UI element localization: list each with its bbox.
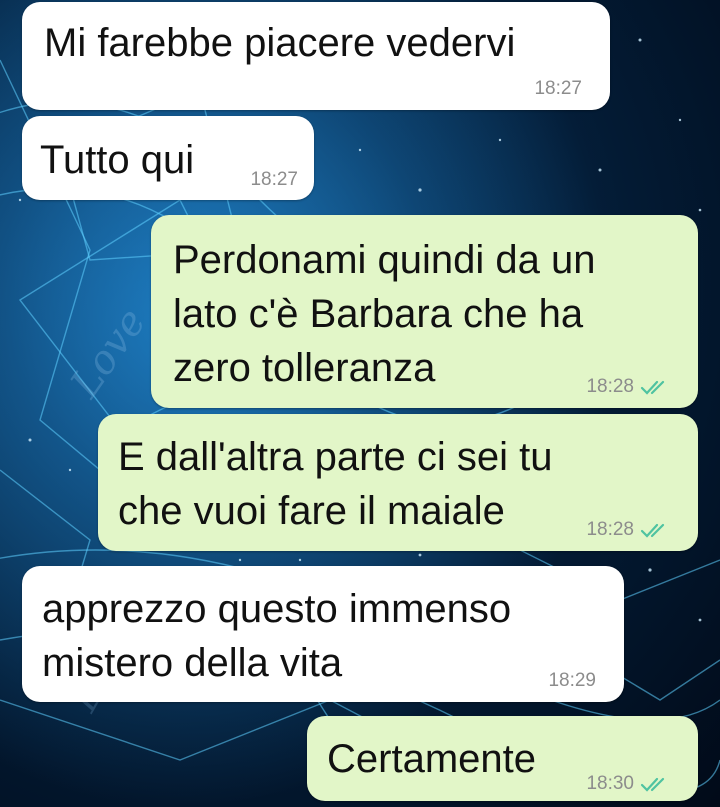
- message-meta: 18:28: [586, 519, 670, 541]
- message-timestamp: 18:27: [250, 169, 298, 190]
- read-double-check-icon: [640, 523, 665, 538]
- message-meta: 18:29: [548, 670, 596, 692]
- message-bubble-outgoing[interactable]: Perdonami quindi da un lato c'è Barbara …: [151, 215, 698, 408]
- message-bubble-outgoing[interactable]: Certamente 18:30: [307, 716, 698, 801]
- message-bubble-incoming[interactable]: apprezzo questo immenso mistero della vi…: [22, 566, 624, 702]
- message-bubble-incoming[interactable]: Mi farebbe piacere vedervi 18:27: [22, 2, 610, 110]
- read-double-check-icon: [640, 380, 665, 395]
- message-text: Perdonami quindi da un lato c'è Barbara …: [173, 238, 596, 390]
- message-timestamp: 18:27: [534, 78, 582, 99]
- message-timestamp: 18:28: [586, 376, 634, 397]
- message-bubble-outgoing[interactable]: E dall'altra parte ci sei tu che vuoi fa…: [98, 414, 698, 551]
- message-text: apprezzo questo immenso mistero della vi…: [42, 587, 512, 685]
- message-meta: 18:27: [534, 78, 582, 100]
- read-double-check-icon: [640, 777, 665, 792]
- message-timestamp: 18:30: [586, 773, 634, 794]
- message-bubble-incoming[interactable]: Tutto qui 18:27: [22, 116, 314, 200]
- message-timestamp: 18:29: [548, 670, 596, 691]
- message-text: Mi farebbe piacere vedervi: [44, 21, 516, 65]
- message-timestamp: 18:28: [586, 519, 634, 540]
- message-meta: 18:30: [586, 773, 670, 795]
- message-meta: 18:27: [250, 169, 298, 191]
- message-meta: 18:28: [586, 376, 670, 398]
